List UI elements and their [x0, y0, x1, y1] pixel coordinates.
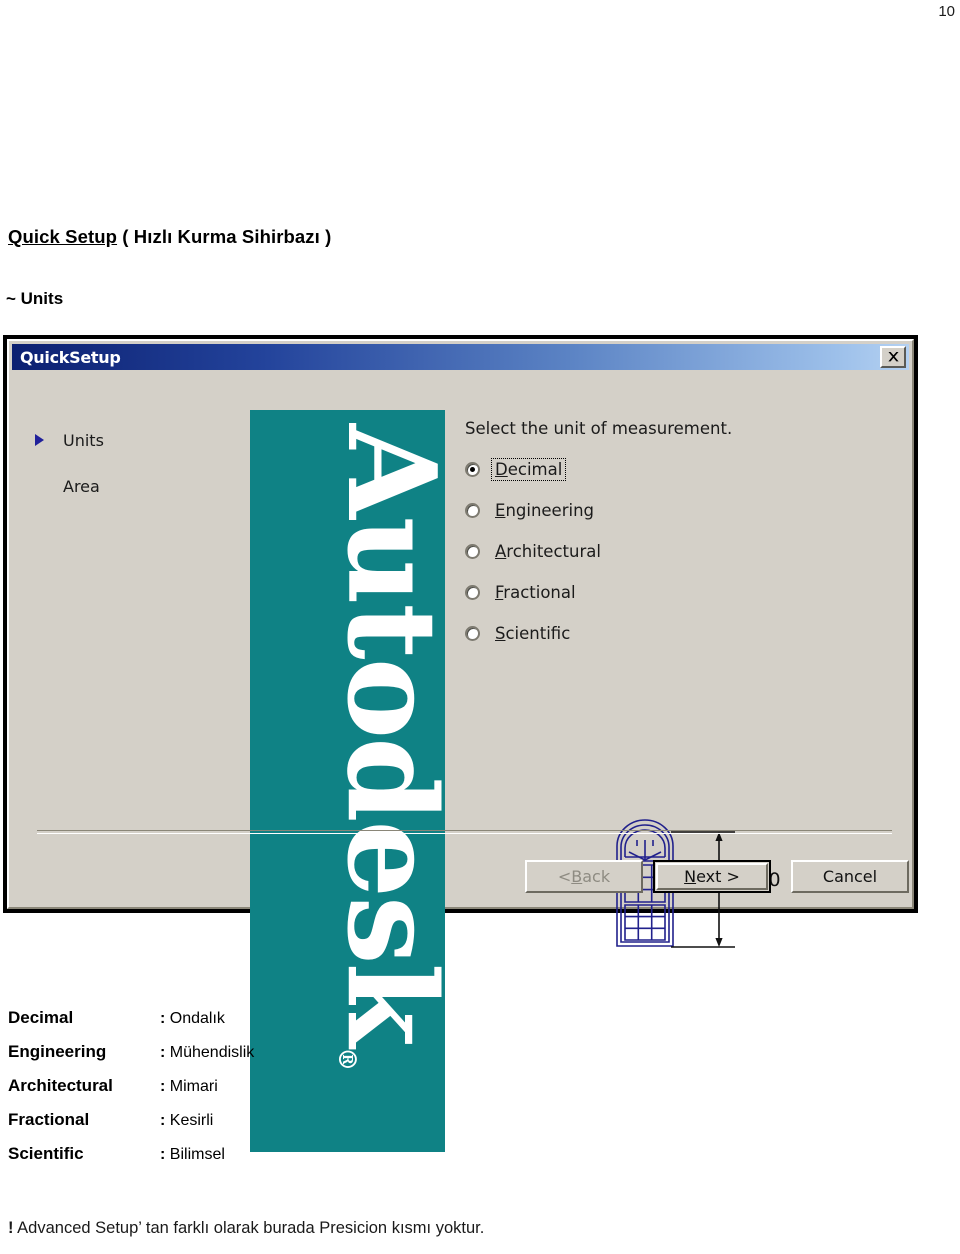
table-row: Engineering : Mühendislik: [8, 1042, 428, 1062]
radio-label-decimal: Decimal: [490, 457, 567, 481]
prompt-label: Select the unit of measurement.: [465, 419, 733, 438]
next-button[interactable]: Next >: [653, 860, 771, 893]
page-number: 10: [938, 3, 955, 20]
radio-label-tail: rchitectural: [506, 541, 601, 561]
radio-option-decimal[interactable]: Decimal: [465, 454, 905, 484]
glossary-term: Decimal: [8, 1008, 74, 1027]
next-button-inner: Next >: [656, 863, 768, 890]
glossary-term: Engineering: [8, 1042, 107, 1061]
glossary-table: Decimal : Ondalık Engineering : Mühendis…: [8, 1008, 428, 1178]
dimension-arrow-down-icon: [715, 938, 723, 947]
radio-label-tail: ecimal: [507, 459, 563, 479]
radio-option-architectural[interactable]: Architectural: [465, 536, 905, 566]
radio-label-architectural: Architectural: [492, 541, 604, 562]
glossary-definition-text: Bilimsel: [169, 1146, 225, 1163]
table-row: Fractional : Kesirli: [8, 1110, 428, 1130]
current-step-pointer-icon: [35, 434, 55, 446]
autodesk-logo: Autodesk®: [320, 424, 445, 1069]
radio-label-scientific: Scientific: [492, 623, 573, 644]
dialog-title-text: QuickSetup: [20, 347, 121, 367]
glossary-colon: :: [160, 1146, 166, 1163]
accel-char: N: [684, 867, 697, 886]
radio-label-tail: ractional: [503, 582, 576, 602]
glossary-definition: : Mühendislik: [160, 1044, 254, 1062]
wizard-step-list: Units Area: [35, 429, 235, 521]
back-button-post: ack: [582, 867, 611, 886]
unit-selection-pane: Select the unit of measurement. Decimal …: [465, 419, 905, 659]
radio-option-scientific[interactable]: Scientific: [465, 618, 905, 648]
next-button-post: ext >: [696, 867, 740, 886]
glossary-definition-text: Mühendislik: [169, 1044, 255, 1061]
glossary-definition: : Bilimsel: [160, 1146, 225, 1164]
radio-label-engineering: Engineering: [492, 500, 597, 521]
close-icon: [887, 352, 899, 362]
page-title: Quick Setup ( Hızlı Kurma Sihirbazı ): [8, 226, 331, 248]
footer-note-text: Advanced Setup’ tan farklı olarak burada…: [13, 1219, 485, 1237]
glossary-definition: : Kesirli: [160, 1112, 213, 1130]
radio-label-tail: ngineering: [505, 500, 595, 520]
table-row: Architectural : Mimari: [8, 1076, 428, 1096]
autodesk-wordmark: Autodesk: [320, 424, 445, 1046]
radio-indicator-icon: [465, 584, 480, 600]
glossary-term: Fractional: [8, 1110, 90, 1129]
dialog-titlebar: QuickSetup: [12, 344, 909, 370]
glossary-definition: : Mimari: [160, 1078, 218, 1096]
radio-indicator-icon: [465, 502, 480, 518]
radio-indicator-icon: [465, 461, 480, 477]
page-title-rest: ( Hızlı Kurma Sihirbazı ): [117, 226, 332, 247]
back-button-pre: <: [557, 867, 572, 886]
radio-label-fractional: Fractional: [492, 582, 579, 603]
accel-char: S: [495, 623, 506, 643]
accel-char: D: [495, 459, 508, 479]
dialog-button-bar: < Back Next > Cancel: [525, 860, 909, 893]
glossary-definition-text: Ondalık: [169, 1010, 225, 1027]
accel-char: E: [495, 500, 506, 520]
glossary-definition-text: Kesirli: [169, 1112, 214, 1129]
radio-label-tail: cientific: [505, 623, 571, 643]
sidebar-item-units[interactable]: Units: [35, 429, 235, 451]
sidebar-item-area[interactable]: Area: [35, 475, 235, 497]
sidebar-item-label: Units: [63, 430, 104, 450]
section-subheading: ~ Units: [6, 289, 64, 308]
glossary-colon: :: [160, 1112, 166, 1129]
glossary-term: Architectural: [8, 1076, 113, 1095]
glossary-definition: : Ondalık: [160, 1010, 225, 1028]
radio-option-engineering[interactable]: Engineering: [465, 495, 905, 525]
quicksetup-dialog: QuickSetup Units Area Autodesk® Select t…: [3, 335, 918, 1152]
glossary-colon: :: [160, 1078, 166, 1095]
accel-char: A: [495, 541, 507, 561]
glossary-colon: :: [160, 1010, 166, 1027]
footer-separator: [37, 830, 892, 834]
close-button[interactable]: [880, 346, 906, 368]
radio-indicator-icon: [465, 625, 480, 641]
radio-indicator-icon: [465, 543, 480, 559]
cancel-button[interactable]: Cancel: [791, 860, 909, 893]
table-row: Scientific : Bilimsel: [8, 1144, 428, 1164]
back-button[interactable]: < Back: [525, 860, 643, 893]
table-row: Decimal : Ondalık: [8, 1008, 428, 1028]
radio-option-fractional[interactable]: Fractional: [465, 577, 905, 607]
glossary-term: Scientific: [8, 1144, 84, 1163]
glossary-definition-text: Mimari: [169, 1078, 218, 1095]
glossary-colon: :: [160, 1044, 166, 1061]
cancel-button-label: Cancel: [822, 867, 878, 886]
sidebar-item-label: Area: [63, 476, 100, 496]
accel-char: B: [571, 867, 583, 886]
footer-note: ! Advanced Setup’ tan farklı olarak bura…: [8, 1219, 484, 1238]
page-title-underlined: Quick Setup: [8, 226, 118, 247]
dialog-inner-frame: QuickSetup Units Area Autodesk® Select t…: [7, 339, 914, 1152]
